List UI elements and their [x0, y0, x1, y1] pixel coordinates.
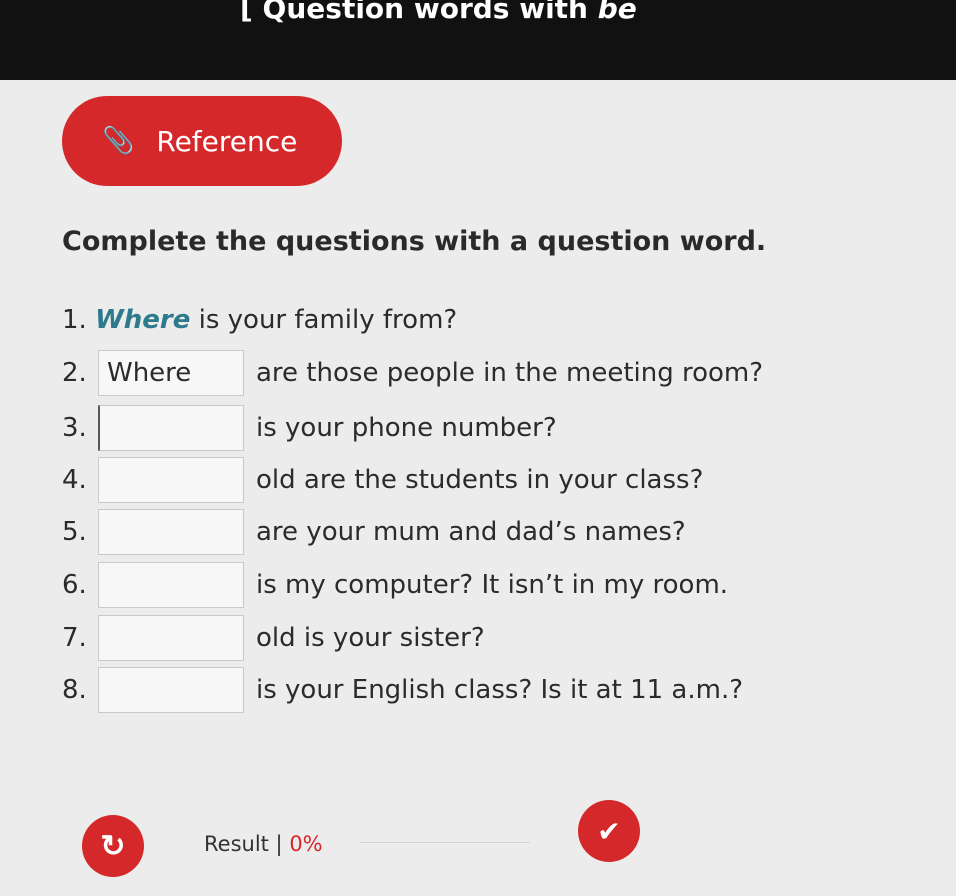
answer-input[interactable]: [98, 350, 244, 396]
reset-button[interactable]: ↻: [82, 815, 144, 877]
result-label: Result |: [204, 832, 290, 856]
answer-input[interactable]: [98, 405, 244, 451]
answer-input[interactable]: [98, 457, 244, 503]
check-button[interactable]: ✔: [578, 800, 640, 862]
question-row: 4. old are the students in your class?: [62, 455, 703, 505]
example-answer: Where: [95, 305, 191, 335]
top-bar: [ Question words with be: [0, 0, 956, 80]
answer-input[interactable]: [98, 562, 244, 608]
reference-label: Reference: [156, 124, 298, 158]
example-text: is your family from?: [190, 305, 458, 335]
exercise-title: [ Question words with be: [240, 0, 637, 25]
question-row: 5. are your mum and dad’s names?: [62, 507, 686, 557]
question-number: 8.: [62, 675, 87, 705]
question-number: 4.: [62, 465, 87, 495]
reset-icon: ↻: [100, 829, 126, 863]
result-value: 0%: [289, 832, 323, 856]
example-number: 1.: [62, 305, 87, 335]
question-row: 8. is your English class? Is it at 11 a.…: [62, 665, 743, 715]
reference-button[interactable]: 📎 Reference: [62, 96, 342, 186]
question-text: is your phone number?: [256, 413, 557, 443]
question-text: old is your sister?: [256, 623, 485, 653]
answer-input[interactable]: [98, 509, 244, 555]
instruction-text: Complete the questions with a question w…: [62, 226, 767, 257]
result-display: Result | 0%: [204, 832, 323, 856]
divider: [360, 842, 530, 843]
question-row: 7. old is your sister?: [62, 613, 485, 663]
paperclip-icon: 📎: [102, 126, 135, 156]
check-icon: ✔: [597, 815, 621, 847]
question-text: is my computer? It isn’t in my room.: [256, 570, 729, 600]
question-text: are your mum and dad’s names?: [256, 517, 686, 547]
question-number: 3.: [62, 413, 87, 443]
example-question: 1. Where is your family from?: [62, 305, 457, 335]
question-number: 6.: [62, 570, 87, 600]
answer-input[interactable]: [98, 615, 244, 661]
question-row: 2. are those people in the meeting room?: [62, 348, 763, 398]
question-row: 3. is your phone number?: [62, 403, 557, 453]
question-text: are those people in the meeting room?: [256, 358, 764, 388]
question-text: is your English class? Is it at 11 a.m.?: [256, 675, 744, 705]
question-number: 5.: [62, 517, 87, 547]
answer-input[interactable]: [98, 667, 244, 713]
question-number: 2.: [62, 358, 87, 388]
question-row: 6. is my computer? It isn’t in my room.: [62, 560, 728, 610]
question-number: 7.: [62, 623, 87, 653]
question-text: old are the students in your class?: [256, 465, 704, 495]
